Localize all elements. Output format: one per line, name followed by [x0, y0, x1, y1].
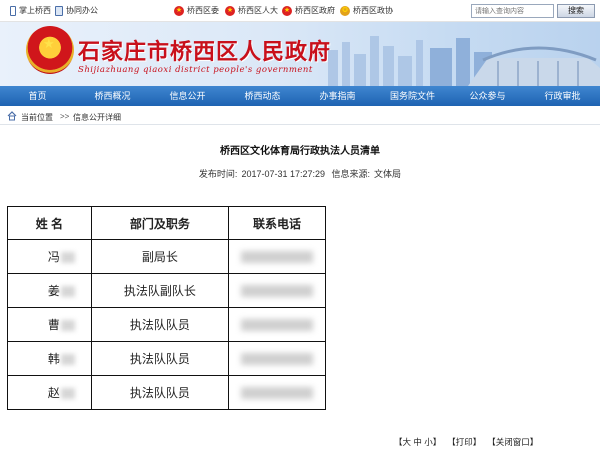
table-row: 冯 副局长	[7, 239, 326, 274]
nav-item-news[interactable]: 桥西动态	[225, 86, 300, 106]
header-phone: 联系电话	[228, 206, 326, 240]
mobile-qiaoxi-label: 掌上桥西	[19, 6, 51, 15]
source-label: 信息来源:	[331, 169, 371, 179]
search-input[interactable]	[471, 4, 554, 18]
position-cell: 执法队副队长	[90, 273, 230, 308]
header-name: 姓 名	[7, 206, 92, 240]
phone-cell	[228, 341, 326, 376]
redacted-phone	[241, 285, 314, 298]
district-government-link[interactable]: ★ 桥西区政府	[282, 5, 335, 16]
breadcrumb: 当前位置 >> 信息公开详细	[0, 109, 600, 125]
staff-surname: 曹	[47, 318, 60, 332]
site-banner: ★ 石家庄市桥西区人民政府 Shijiazhuang qiaoxi distri…	[0, 22, 600, 86]
phone-icon	[10, 5, 16, 16]
phone-cell	[228, 239, 326, 274]
site-title: 石家庄市桥西区人民政府	[78, 39, 332, 65]
redacted-name	[60, 388, 75, 400]
mobile-qiaoxi-link[interactable]: 掌上桥西	[10, 5, 51, 16]
redacted-phone	[241, 251, 314, 264]
position-cell: 执法队队员	[90, 307, 230, 342]
breadcrumb-current-label: 当前位置	[21, 113, 53, 122]
redacted-name	[60, 354, 75, 366]
tablet-icon	[55, 5, 63, 16]
table-row: 韩 执法队队员	[7, 341, 326, 376]
nav-item-overview[interactable]: 桥西概况	[75, 86, 150, 106]
nav-item-admin-approval[interactable]: 行政审批	[525, 86, 600, 106]
redacted-phone	[241, 387, 314, 400]
office-collab-link[interactable]: 协同办公	[55, 5, 98, 16]
staff-surname: 赵	[47, 386, 60, 400]
district-cppcc-link[interactable]: ✪ 桥西区政协	[340, 5, 393, 16]
party-emblem-icon: ★	[174, 5, 184, 16]
name-cell: 韩	[7, 341, 92, 376]
table-row: 曹 执法队队员	[7, 307, 326, 342]
redacted-name	[60, 252, 75, 264]
city-skyline-illustration	[328, 36, 600, 86]
national-emblem-logo: ★	[26, 26, 74, 74]
position-cell: 副局长	[90, 239, 230, 274]
source-value: 文体局	[374, 169, 402, 179]
publish-time: 2017-07-31 17:27:29	[241, 169, 326, 179]
office-collab-label: 协同办公	[66, 6, 98, 15]
name-cell: 赵	[7, 375, 92, 410]
search-button[interactable]: 搜索	[557, 4, 595, 18]
national-emblem-icon: ★	[282, 5, 292, 16]
article-footer-links: 【大 中 小】 【打印】 【关闭窗口】	[394, 436, 538, 448]
nav-item-service-guide[interactable]: 办事指南	[300, 86, 375, 106]
redacted-name	[60, 320, 75, 332]
name-cell: 姜	[7, 273, 92, 308]
staff-surname: 韩	[47, 352, 60, 366]
phone-cell	[228, 273, 326, 308]
phone-cell	[228, 307, 326, 342]
main-nav: 首页 桥西概况 信息公开 桥西动态 办事指南 国务院文件 公众参与 行政审批	[0, 86, 600, 106]
district-congress-link[interactable]: ★ 桥西区人大	[225, 5, 278, 16]
home-icon	[7, 111, 17, 121]
staff-surname: 姜	[47, 284, 60, 298]
article-title: 桥西区文化体育局行政执法人员清单	[220, 146, 380, 157]
breadcrumb-page-link[interactable]: 信息公开详细	[73, 112, 121, 123]
district-party-link[interactable]: ★ 桥西区委	[174, 5, 219, 16]
font-size-switcher[interactable]: 【大 中 小】	[394, 436, 441, 448]
district-government-label: 桥西区政府	[295, 6, 335, 15]
redacted-phone	[241, 319, 314, 332]
staff-surname: 冯	[47, 250, 60, 264]
cppcc-emblem-icon: ✪	[340, 5, 350, 16]
position-cell: 执法队队员	[90, 375, 230, 410]
national-emblem-icon: ★	[225, 5, 235, 16]
top-utility-bar: 掌上桥西 协同办公 ★ 桥西区委 ★ 桥西区人大 ★ 桥西区政府 ✪ 桥西区政协…	[0, 0, 600, 22]
position-cell: 执法队队员	[90, 341, 230, 376]
header-position: 部门及职务	[90, 206, 230, 240]
nav-item-public-participation[interactable]: 公众参与	[450, 86, 525, 106]
nav-item-info-disclosure[interactable]: 信息公开	[150, 86, 225, 106]
breadcrumb-separator: >>	[60, 112, 70, 121]
district-congress-label: 桥西区人大	[238, 6, 278, 15]
print-link[interactable]: 【打印】	[447, 436, 481, 448]
nav-item-state-council-docs[interactable]: 国务院文件	[375, 86, 450, 106]
nav-item-home[interactable]: 首页	[0, 86, 75, 106]
district-cppcc-label: 桥西区政协	[353, 6, 393, 15]
table-row: 赵 执法队队员	[7, 375, 326, 410]
site-subtitle: Shijiazhuang qiaoxi district people's go…	[78, 65, 313, 75]
table-row: 姜 执法队副队长	[7, 273, 326, 308]
district-party-label: 桥西区委	[187, 6, 219, 15]
redacted-name	[60, 286, 75, 298]
redacted-phone	[241, 353, 314, 366]
name-cell: 冯	[7, 239, 92, 274]
name-cell: 曹	[7, 307, 92, 342]
article-meta: 发布时间: 2017-07-31 17:27:29 信息来源: 文体局	[0, 167, 600, 180]
close-window-link[interactable]: 【关闭窗口】	[487, 436, 538, 448]
enforcement-staff-table: 姓 名 部门及职务 联系电话 冯 副局长 姜 执法队副队长 曹 执法队队员 韩 …	[7, 206, 326, 410]
phone-cell	[228, 375, 326, 410]
table-header-row: 姓 名 部门及职务 联系电话	[7, 206, 326, 240]
publish-time-label: 发布时间:	[198, 169, 238, 179]
